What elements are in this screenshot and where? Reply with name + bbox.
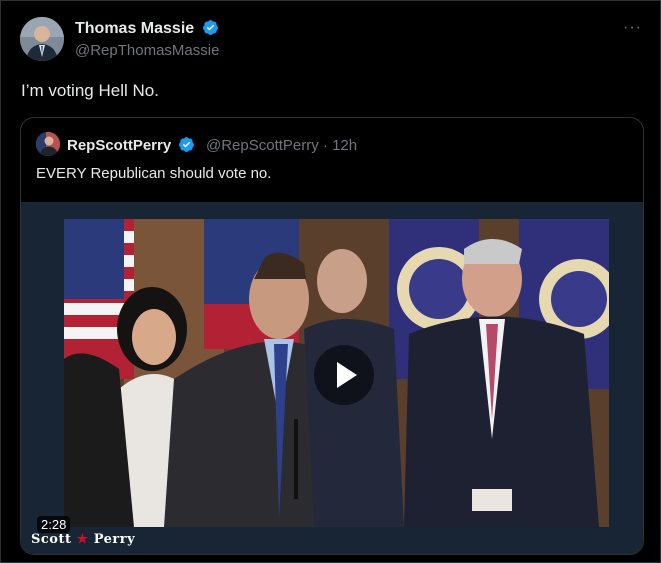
verified-badge-icon [179,137,195,152]
author-name-text[interactable]: Thomas Massie [75,20,194,37]
tweet-text: I’m voting Hell No. [21,81,159,100]
video-duration: 2:28 [37,516,71,533]
video-thumbnail[interactable] [64,219,609,527]
play-icon[interactable] [314,345,374,405]
video-watermark: Scott ★ Perry [31,532,135,547]
watermark-left: Scott [31,532,72,547]
author-name[interactable]: Thomas Massie [75,19,219,38]
watermark-star-icon: ★ [76,532,89,547]
author-avatar[interactable] [20,17,64,61]
author-handle[interactable]: @RepThomasMassie [75,42,219,59]
more-icon[interactable]: ··· [623,19,642,37]
quoted-author-handle[interactable]: @RepScottPerry · 12h [206,137,357,154]
video-player[interactable]: 2:28 Scott ★ Perry [21,202,643,554]
watermark-right: Perry [93,532,136,547]
quoted-author-name[interactable]: RepScottPerry [67,136,195,154]
quoted-tweet-text: EVERY Republican should vote no. [36,165,272,182]
quoted-author-avatar[interactable] [36,132,60,156]
quoted-tweet[interactable]: RepScottPerry @RepScottPerry · 12h EVERY… [20,117,644,555]
quoted-author-name-text[interactable]: RepScottPerry [67,137,171,154]
verified-badge-icon [202,20,218,35]
tweet-card: Thomas Massie @RepThomasMassie ··· I’m v… [0,0,661,563]
